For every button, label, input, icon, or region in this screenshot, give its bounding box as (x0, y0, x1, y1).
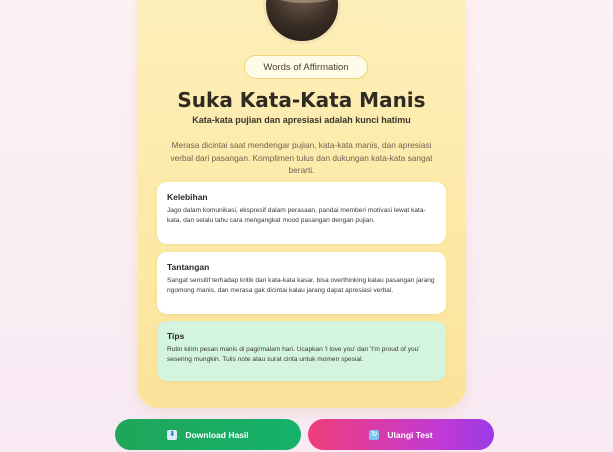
love-language-badge: Words of Affirmation (244, 55, 368, 79)
retry-button-label: Ulangi Test (387, 429, 433, 440)
download-button-label: Download Hasil (185, 429, 249, 440)
result-card: Words of Affirmation Suka Kata-Kata Mani… (137, 0, 466, 408)
result-avatar (263, 0, 341, 44)
strengths-box: Kelebihan Jago dalam komunikasi, ekspres… (157, 182, 446, 244)
challenges-text: Sangat sensitif terhadap kritik dan kata… (167, 277, 435, 294)
strengths-heading: Kelebihan (167, 192, 208, 202)
tips-text: Rutin kirim pesan manis di pagi/malam ha… (167, 346, 420, 363)
result-title: Suka Kata-Kata Manis (177, 88, 426, 112)
download-icon: ⬇ (167, 429, 178, 440)
challenges-box: Tantangan Sangat sensitif terhadap kriti… (157, 252, 446, 314)
badge-label: Words of Affirmation (263, 61, 349, 73)
retry-test-button[interactable]: ↻ Ulangi Test (308, 419, 494, 450)
refresh-icon: ↻ (369, 429, 380, 440)
download-result-button[interactable]: ⬇ Download Hasil (115, 419, 301, 450)
result-subtitle: Kata-kata pujian dan apresiasi adalah ku… (192, 115, 411, 125)
result-description: Merasa dicintai saat mendengar pujian, k… (170, 140, 433, 175)
avatar-highlight (278, 0, 332, 3)
challenges-heading: Tantangan (167, 262, 210, 272)
strengths-text: Jago dalam komunikasi, ekspresif dalam p… (167, 207, 426, 224)
tips-heading: Tips (167, 331, 185, 341)
tips-box: Tips Rutin kirim pesan manis di pagi/mal… (157, 321, 446, 381)
